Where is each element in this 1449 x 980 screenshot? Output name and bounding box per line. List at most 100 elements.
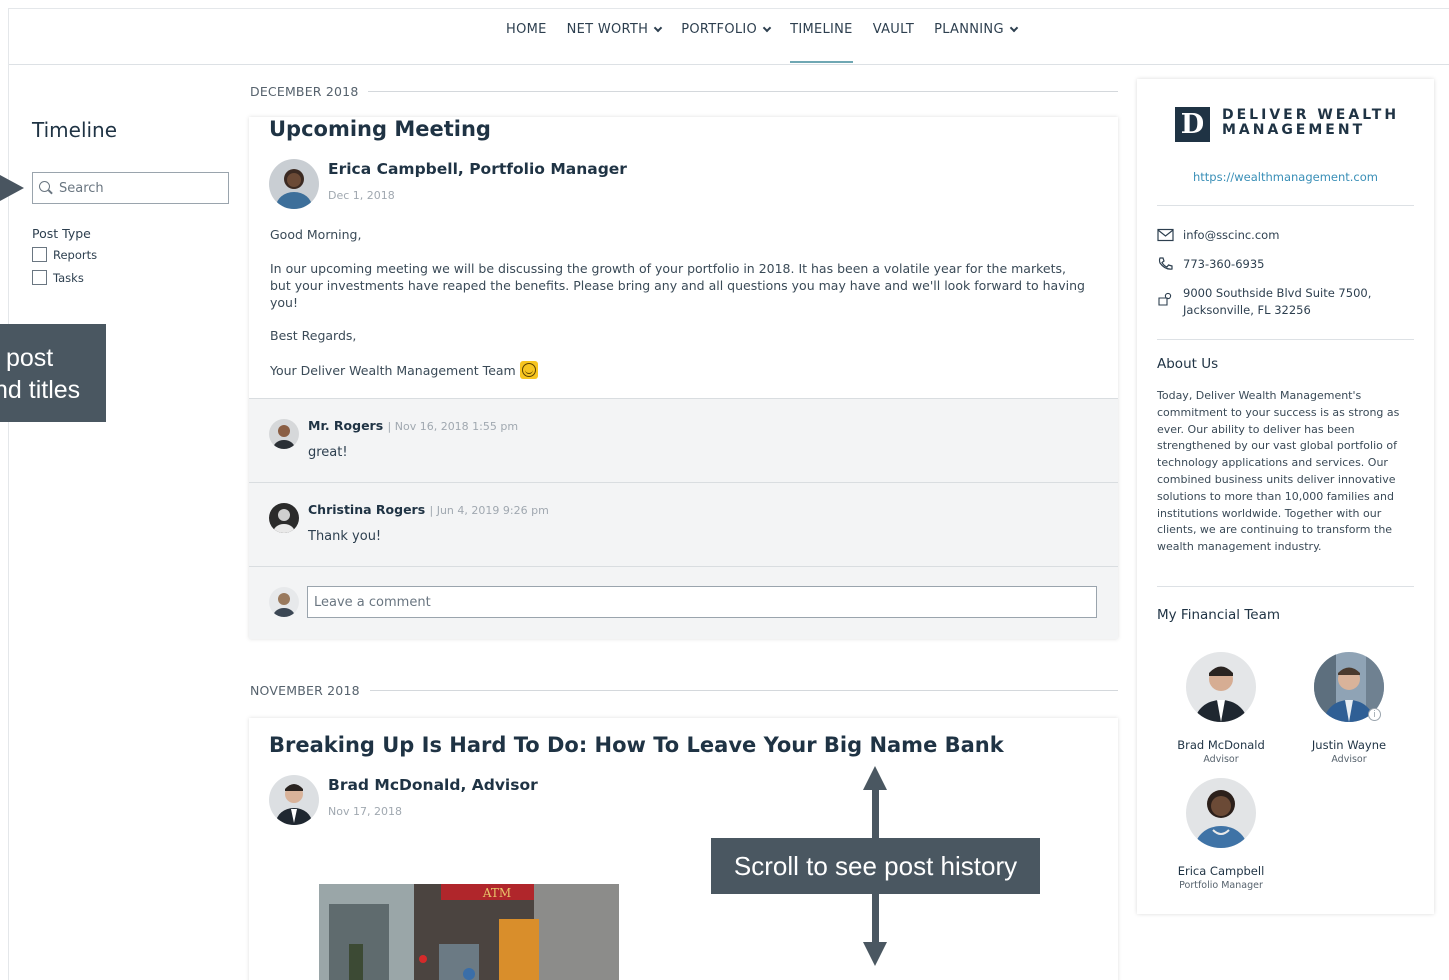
- search-field[interactable]: [32, 172, 229, 204]
- team-member-name: Brad McDonald: [1177, 738, 1265, 752]
- comment-text: great!: [308, 445, 348, 460]
- commenter-avatar[interactable]: [269, 503, 299, 533]
- callout-arrow-icon: [0, 175, 24, 201]
- month-label: NOVEMBER 2018: [250, 683, 360, 698]
- post-date: Dec 1, 2018: [328, 189, 395, 202]
- contact-phone[interactable]: 773-360-6935: [1157, 257, 1264, 271]
- comment-text: Thank you!: [308, 529, 382, 544]
- address-line2: Jacksonville, FL 32256: [1183, 303, 1311, 317]
- commenter-avatar[interactable]: [269, 419, 299, 449]
- post-closing: Best Regards,: [270, 328, 357, 343]
- nav-home-label: HOME: [506, 22, 547, 37]
- about-heading: About Us: [1157, 356, 1219, 372]
- svg-text:ATM: ATM: [482, 886, 511, 900]
- search-input[interactable]: [59, 180, 219, 196]
- search-callout-line2: nd titles: [0, 376, 81, 404]
- info-icon[interactable]: i: [1368, 708, 1381, 721]
- team-member-role: Portfolio Manager: [1179, 880, 1263, 891]
- nav-net-worth-label: NET WORTH: [566, 22, 649, 37]
- chevron-down-icon: [762, 23, 772, 33]
- top-nav: HOME NET WORTH PORTFOLIO TIMELINE VAULT …: [9, 9, 1449, 65]
- comment-author: Christina Rogers | Jun 4, 2019 9:26 pm: [308, 502, 549, 517]
- search-callout: post nd titles: [0, 324, 106, 422]
- reports-label: Reports: [53, 247, 98, 262]
- firm-website-link[interactable]: https://wealthmanagement.com: [1137, 170, 1434, 184]
- scroll-callout: Scroll to see post history: [711, 838, 1040, 894]
- post-date: Nov 17, 2018: [328, 805, 402, 818]
- team-member-card[interactable]: Brad McDonald Advisor: [1166, 652, 1276, 765]
- arrow-shaft-top: [872, 788, 879, 840]
- post-title[interactable]: Upcoming Meeting: [269, 117, 491, 141]
- chevron-down-icon: [654, 23, 663, 33]
- comment-author: Mr. Rogers | Nov 16, 2018 1:55 pm: [308, 418, 518, 433]
- nav-portfolio-label: PORTFOLIO: [681, 22, 758, 37]
- post-title[interactable]: Breaking Up Is Hard To Do: How To Leave …: [269, 733, 1004, 757]
- filter-tasks[interactable]: Tasks: [32, 270, 84, 285]
- phone-text: 773-360-6935: [1183, 257, 1265, 271]
- nav-planning[interactable]: PLANNING: [924, 20, 1027, 62]
- comment-author-name: Mr. Rogers: [308, 418, 384, 433]
- page-title: Timeline: [32, 118, 118, 142]
- firm-name-line2: MANAGEMENT: [1222, 122, 1366, 138]
- nav-vault[interactable]: VAULT: [863, 20, 924, 62]
- nav-planning-label: PLANNING: [934, 22, 1004, 37]
- tasks-label: Tasks: [53, 270, 84, 285]
- firm-name-line1: DELIVER WEALTH: [1222, 107, 1400, 123]
- nav-items: HOME NET WORTH PORTFOLIO TIMELINE VAULT …: [496, 20, 1027, 63]
- comment-timestamp: Jun 4, 2019 9:26 pm: [436, 504, 549, 517]
- filter-reports[interactable]: Reports: [32, 247, 97, 262]
- team-heading: My Financial Team: [1157, 607, 1281, 623]
- team-member-role: Advisor: [1331, 754, 1367, 765]
- post-author: Erica Campbell, Portfolio Manager: [328, 160, 627, 178]
- chevron-down-icon: [1009, 23, 1019, 33]
- comment-item: Christina Rogers | Jun 4, 2019 9:26 pm T…: [249, 483, 1118, 567]
- month-divider: [368, 91, 1118, 92]
- search-callout-line1: post: [6, 344, 54, 372]
- reports-checkbox[interactable]: [32, 247, 47, 262]
- post-paragraph: In our upcoming meeting we will be discu…: [270, 261, 1085, 310]
- nav-home[interactable]: HOME: [496, 20, 557, 62]
- smiley-icon: [519, 361, 538, 379]
- email-text: info@sscinc.com: [1183, 228, 1280, 242]
- post-type-label: Post Type: [32, 226, 91, 241]
- comment-timestamp: Nov 16, 2018 1:55 pm: [394, 420, 519, 433]
- about-text: Today, Deliver Wealth Management's commi…: [1157, 389, 1400, 554]
- arrow-down-icon: [863, 942, 887, 966]
- nav-net-worth[interactable]: NET WORTH: [557, 20, 672, 62]
- comment-meta: | Jun 4, 2019 9:26 pm: [429, 504, 549, 517]
- location-icon: [1158, 292, 1172, 306]
- comment-meta: | Nov 16, 2018 1:55 pm: [387, 420, 519, 433]
- email-icon: [1157, 228, 1174, 242]
- comment-item: Mr. Rogers | Nov 16, 2018 1:55 pm great!: [249, 399, 1118, 483]
- search-icon: [39, 181, 53, 195]
- nav-timeline[interactable]: TIMELINE: [780, 20, 863, 63]
- address-line1: 9000 Southside Blvd Suite 7500,: [1183, 286, 1372, 300]
- month-label: DECEMBER 2018: [250, 84, 359, 99]
- month-header: DECEMBER 2018: [250, 84, 1118, 99]
- post-author: Brad McDonald, Advisor: [328, 776, 538, 794]
- post-signature: Your Deliver Wealth Management Team: [270, 363, 516, 378]
- comment-input[interactable]: [307, 586, 1097, 618]
- post-card: Upcoming Meeting Erica Campbell, Portfol…: [249, 117, 1118, 639]
- team-member-name: Justin Wayne: [1311, 738, 1387, 752]
- nav-timeline-label: TIMELINE: [790, 22, 853, 37]
- post-image[interactable]: ATM: [319, 884, 619, 980]
- divider: [1157, 339, 1414, 340]
- team-member-avatar[interactable]: [1186, 778, 1256, 848]
- contact-email[interactable]: info@sscinc.com: [1157, 228, 1279, 242]
- nav-portfolio[interactable]: PORTFOLIO: [671, 20, 780, 62]
- team-member-card[interactable]: Erica Campbell Portfolio Manager: [1166, 778, 1276, 891]
- tasks-checkbox[interactable]: [32, 270, 47, 285]
- team-member-avatar[interactable]: [1186, 652, 1256, 722]
- author-avatar[interactable]: [269, 159, 319, 209]
- arrow-shaft-bottom: [872, 892, 879, 944]
- arrow-up-icon: [863, 766, 887, 790]
- author-avatar[interactable]: [269, 775, 319, 825]
- comment-author-name: Christina Rogers: [308, 502, 426, 517]
- month-divider: [369, 690, 1118, 691]
- team-member-name: Erica Campbell: [1177, 864, 1265, 878]
- team-member-role: Advisor: [1203, 754, 1239, 765]
- contact-address[interactable]: 9000 Southside Blvd Suite 7500, Jacksonvi…: [1157, 285, 1371, 319]
- team-member-card[interactable]: Justin Wayne Advisor: [1294, 652, 1404, 765]
- nav-vault-label: VAULT: [872, 22, 915, 37]
